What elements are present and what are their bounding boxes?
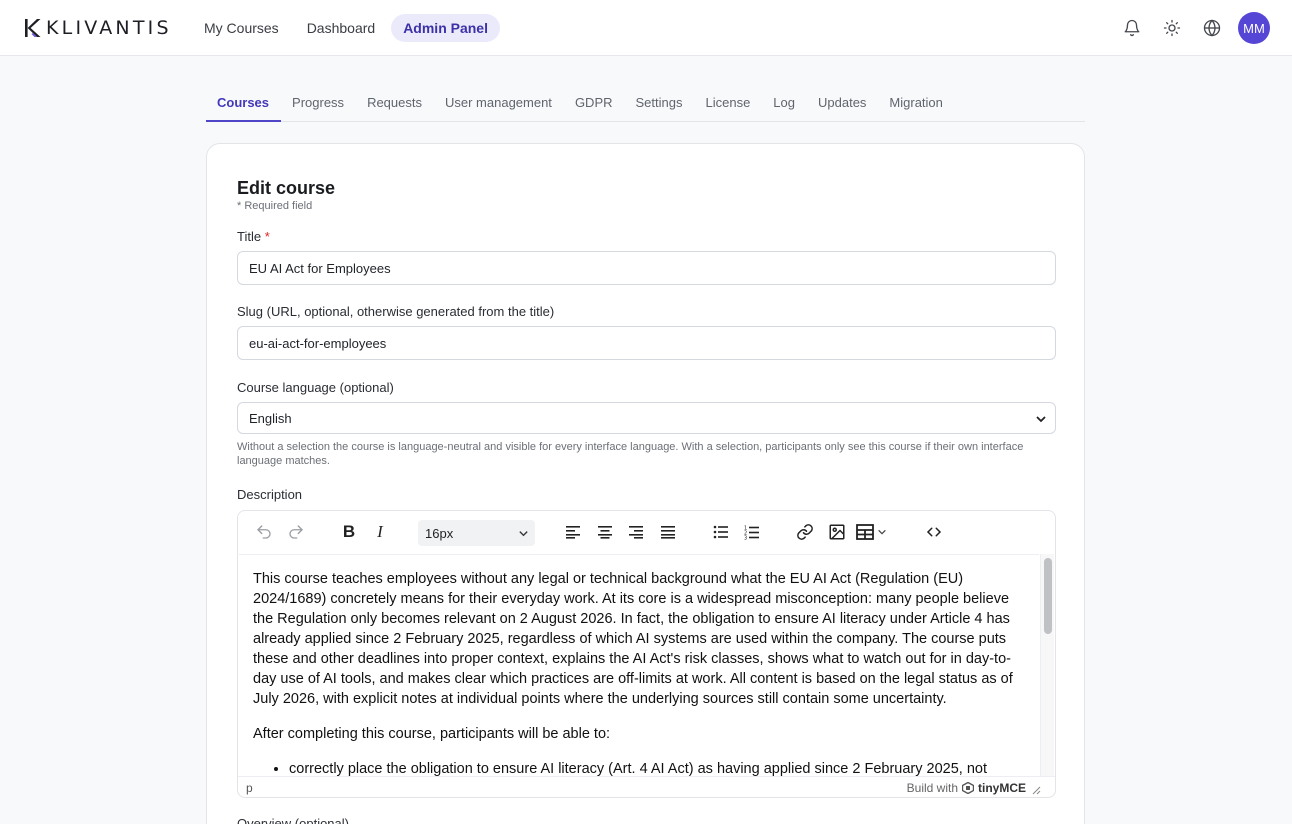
tab-requests[interactable]: Requests (356, 86, 434, 122)
title-label-text: Title (237, 229, 262, 244)
nav-my-courses[interactable]: My Courses (192, 14, 291, 42)
required-note: * Required field (237, 200, 313, 212)
build-with-text: Build with (906, 781, 958, 795)
numbered-list-icon[interactable]: 123 (739, 519, 765, 545)
description-paragraph: This course teaches employees without an… (253, 571, 1013, 707)
avatar[interactable]: MM (1238, 12, 1270, 44)
page-title: Edit course (237, 178, 336, 198)
link-icon[interactable] (792, 519, 818, 545)
top-navigation-bar: KLIVANTIS My Courses Dashboard Admin Pan… (0, 0, 1292, 56)
editor-toolbar: B I 16px 1 2 3 (238, 511, 1055, 553)
tab-updates[interactable]: Updates (807, 86, 878, 122)
tab-progress[interactable]: Progress (281, 86, 356, 122)
tinymce-logo-icon (962, 782, 974, 794)
slug-input-value: eu-ai-act-for-employees (249, 335, 387, 351)
tab-gdpr[interactable]: GDPR (564, 86, 625, 122)
editor-scrollbar[interactable] (1040, 554, 1054, 776)
language-select[interactable]: English (237, 402, 1056, 434)
admin-tabs: Courses Progress Requests User managemen… (206, 86, 1085, 122)
nav-admin-panel[interactable]: Admin Panel (391, 14, 500, 42)
align-center-icon[interactable] (592, 519, 618, 545)
title-input-value: EU AI Act for Employees (249, 260, 391, 276)
editor-branding[interactable]: Build with tinyMCE (907, 781, 1041, 795)
tab-log[interactable]: Log (762, 86, 807, 122)
align-left-icon[interactable] (560, 519, 586, 545)
slug-label: Slug (URL, optional, otherwise generated… (237, 304, 555, 319)
italic-icon[interactable]: I (367, 519, 393, 545)
description-paragraph: After completing this course, participan… (253, 726, 611, 742)
logo-mark-icon (25, 19, 41, 37)
required-mark: * (264, 229, 270, 244)
description-label: Description (237, 487, 303, 502)
list-item: correctly place the obligation to ensure… (289, 759, 1025, 776)
brand-name: tinyMCE (978, 781, 1026, 795)
title-label: Title * (237, 229, 270, 244)
language-select-value: English (249, 410, 292, 426)
code-icon[interactable] (921, 519, 947, 545)
language-label: Course language (optional) (237, 380, 394, 395)
editor-statusbar: p Build with tinyMCE (238, 776, 1055, 797)
svg-text:3: 3 (744, 535, 747, 540)
table-icon[interactable] (856, 519, 892, 545)
logo[interactable]: KLIVANTIS (24, 17, 172, 39)
bell-icon[interactable] (1118, 12, 1146, 44)
description-editor: B I 16px 1 2 3 This course teaches emplo… (237, 510, 1056, 798)
language-help: Without a selection the course is langua… (237, 441, 1024, 467)
undo-icon[interactable] (251, 519, 277, 545)
bullet-list-icon[interactable] (708, 519, 734, 545)
tab-settings[interactable]: Settings (625, 86, 695, 122)
editor-content[interactable]: This course teaches employees without an… (239, 554, 1039, 776)
top-actions: MM (1118, 12, 1270, 44)
tab-migration[interactable]: Migration (878, 86, 954, 122)
align-right-icon[interactable] (623, 519, 649, 545)
edit-course-card: Edit course * Required field Title * EU … (206, 143, 1085, 824)
font-size-value: 16px (425, 525, 454, 541)
bold-icon[interactable]: B (336, 519, 362, 545)
main-nav: My Courses Dashboard Admin Panel (192, 14, 500, 42)
scroll-thumb[interactable] (1044, 558, 1052, 634)
redo-icon[interactable] (283, 519, 309, 545)
image-icon[interactable] (824, 519, 850, 545)
tab-license[interactable]: License (694, 86, 762, 122)
globe-icon[interactable] (1198, 12, 1226, 44)
nav-dashboard[interactable]: Dashboard (295, 14, 388, 42)
title-input[interactable]: EU AI Act for Employees (237, 251, 1056, 285)
element-path[interactable]: p (246, 781, 253, 795)
logo-text: KLIVANTIS (46, 17, 172, 39)
chevron-down-icon (519, 531, 528, 537)
slug-input[interactable]: eu-ai-act-for-employees (237, 326, 1056, 360)
font-size-select[interactable]: 16px (418, 520, 535, 546)
tab-user-management[interactable]: User management (434, 86, 564, 122)
chevron-down-icon (1036, 416, 1046, 423)
align-justify-icon[interactable] (655, 519, 681, 545)
sun-icon[interactable] (1158, 12, 1186, 44)
chevron-down-icon (878, 529, 886, 535)
tab-courses[interactable]: Courses (206, 86, 282, 122)
resize-handle-icon[interactable] (1032, 786, 1041, 795)
overview-label: Overview (optional) (237, 816, 349, 824)
